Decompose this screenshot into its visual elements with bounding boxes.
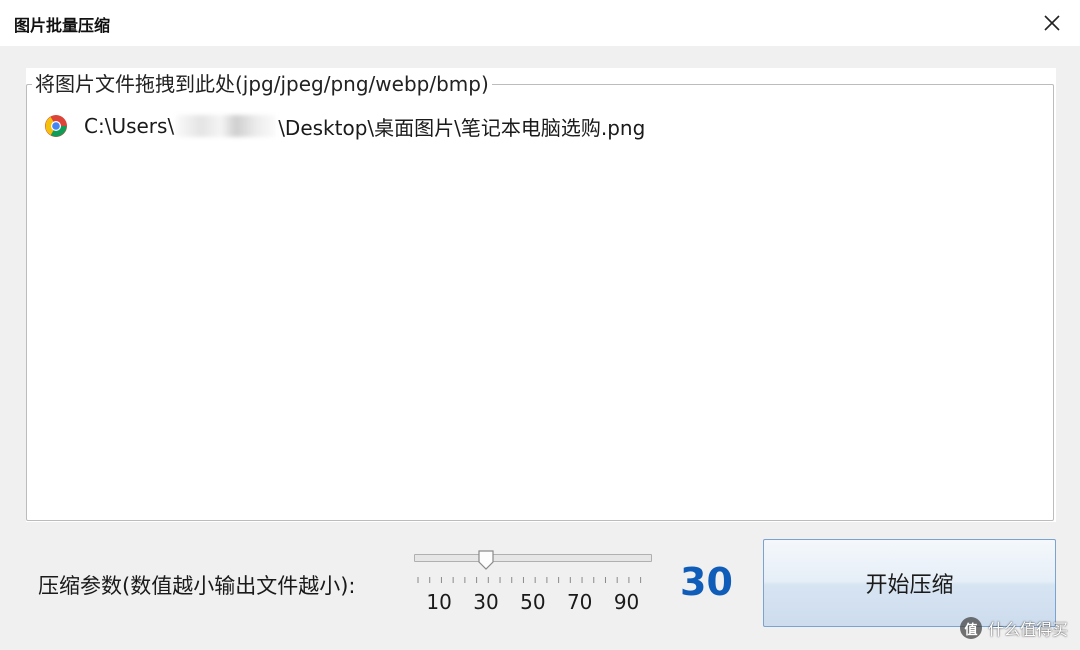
compression-slider[interactable] [414, 546, 654, 586]
slider-ticks [417, 577, 642, 583]
file-list: C:\Users\ \Desktop\桌面图片\笔记本电脑选购.png [44, 110, 1044, 142]
chrome-icon [45, 115, 67, 137]
tick-label: 10 [426, 590, 452, 614]
watermark-text: 什么值得买 [987, 620, 1068, 639]
drop-area-border [26, 84, 1054, 521]
watermark: 值 什么值得买 [959, 616, 1068, 640]
compression-param-label: 压缩参数(数值越小输出文件越小): [38, 574, 356, 598]
slider-thumb[interactable] [478, 550, 494, 570]
app-window: 图片批量压缩 将图片文件拖拽到此处(jpg/jpeg/png/webp/bmp)… [0, 0, 1080, 650]
tick-label: 50 [520, 590, 546, 614]
file-path-suffix: \Desktop\桌面图片\笔记本电脑选购.png [278, 115, 646, 140]
start-compress-button[interactable]: 开始压缩 [763, 539, 1056, 627]
file-path: C:\Users\ \Desktop\桌面图片\笔记本电脑选购.png [84, 112, 645, 141]
title-bar: 图片批量压缩 [0, 0, 1080, 46]
close-button[interactable] [1032, 4, 1072, 42]
compression-value: 30 [680, 560, 733, 604]
window-title: 图片批量压缩 [14, 16, 111, 35]
tick-label: 90 [613, 590, 640, 614]
redacted-username [176, 115, 277, 137]
drop-area-legend: 将图片文件拖拽到此处(jpg/jpeg/png/webp/bmp) [32, 70, 492, 98]
file-path-prefix: C:\Users\ [84, 114, 175, 138]
file-list-item[interactable]: C:\Users\ \Desktop\桌面图片\笔记本电脑选购.png [44, 110, 1044, 142]
tick-label: 70 [566, 590, 593, 614]
slider-track [414, 554, 652, 562]
slider-tick-labels: 10 30 50 70 90 [400, 590, 660, 618]
watermark-logo: 值 [959, 617, 982, 639]
close-icon [1044, 15, 1060, 31]
tick-label: 30 [473, 590, 499, 614]
